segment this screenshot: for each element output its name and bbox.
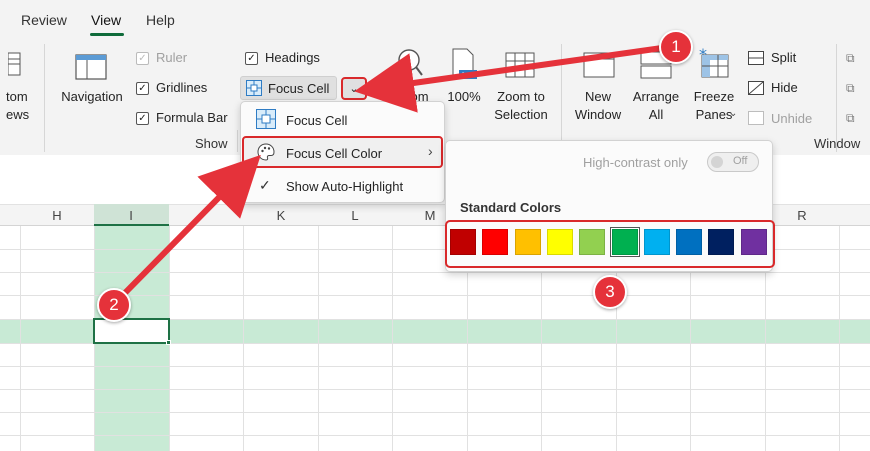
callout-badge-3: 3	[593, 275, 627, 309]
callout-badge-1: 1	[659, 30, 693, 64]
arrow-2	[117, 154, 261, 301]
callout-arrows	[117, 45, 663, 301]
arrow-1	[354, 45, 663, 113]
callout-badge-2: 2	[97, 288, 131, 322]
